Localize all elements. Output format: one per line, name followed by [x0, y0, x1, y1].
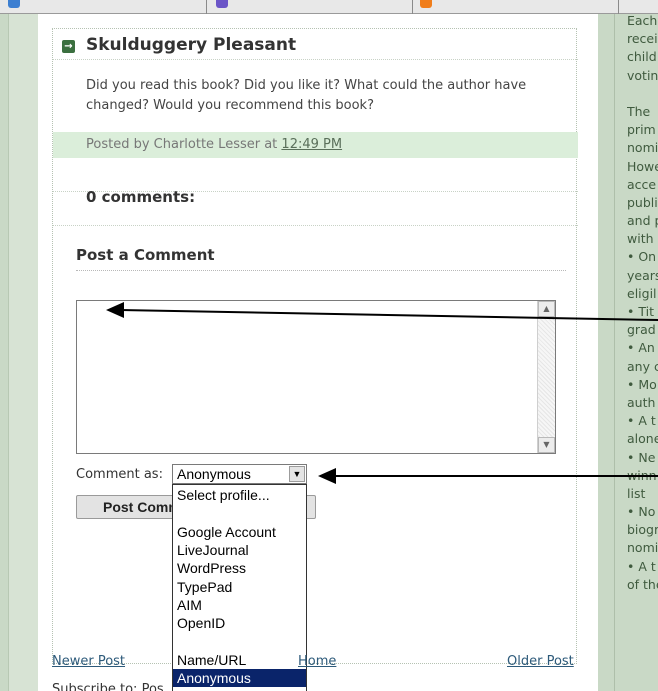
sidebar-text-line: winn	[627, 467, 657, 483]
subscribe-text: Subscribe to: Pos	[52, 682, 164, 691]
comment-as-label: Comment as:	[76, 467, 163, 482]
sidebar-text-line: with	[627, 231, 654, 247]
dropdown-option[interactable]: Select profile...	[173, 486, 306, 504]
dropdown-option	[173, 632, 306, 650]
left-margin	[0, 14, 38, 691]
browser-tab-strip	[0, 0, 658, 14]
sidebar-text-line: • On	[627, 249, 657, 265]
sidebar-text-line: acce	[627, 176, 657, 192]
post-comment-heading: Post a Comment	[76, 246, 215, 264]
browser-tab-icon	[216, 0, 228, 8]
post-body: Did you read this book? Did you like it?…	[86, 78, 527, 113]
textarea-scrollbar[interactable]: ▲ ▼	[537, 301, 555, 453]
browser-tab-icon	[420, 0, 432, 8]
browser-tab-icon	[8, 0, 20, 8]
sidebar-text-line: • Ne	[627, 449, 656, 465]
sidebar-text-line: any c	[627, 358, 658, 374]
sidebar-text-line: years	[627, 267, 658, 283]
sidebar-text-line: child	[627, 49, 657, 65]
chevron-down-icon[interactable]: ▼	[289, 466, 305, 482]
tab-separator	[206, 0, 207, 14]
scroll-up-icon[interactable]: ▲	[538, 301, 555, 317]
sidebar-text: Each recei child votin The prim nomi Howe acce pu…	[627, 12, 658, 594]
scroll-down-icon[interactable]: ▼	[538, 437, 555, 453]
sidebar-text-line: publi	[627, 194, 658, 210]
sidebar-text-line: alone	[627, 431, 658, 447]
post-author: Posted by Charlotte Lesser at	[86, 137, 278, 152]
home-link[interactable]: Home	[298, 654, 336, 669]
sidebar-text-line: The	[627, 103, 651, 119]
comment-textarea[interactable]: ▲ ▼	[76, 300, 556, 454]
sidebar-text-line: biogr	[627, 522, 658, 538]
sidebar-text-line: recei	[627, 31, 658, 47]
dropdown-option[interactable]: LiveJournal	[173, 541, 306, 559]
sidebar-text-line: prim	[627, 122, 656, 138]
sidebar-text-line: list	[627, 485, 646, 501]
profile-select[interactable]: Anonymous ▼	[172, 464, 307, 484]
sidebar-text-line: auth	[627, 394, 656, 410]
sidebar-text-line: nomi	[627, 540, 658, 556]
dropdown-option[interactable]: Name/URL	[173, 651, 306, 669]
divider	[76, 270, 566, 271]
profile-dropdown[interactable]: Select profile... Google Account LiveJourn…	[172, 484, 307, 691]
dropdown-option[interactable]: OpenID	[173, 614, 306, 632]
older-post-link[interactable]: Older Post	[507, 654, 574, 669]
dropdown-option	[173, 504, 306, 522]
tab-separator	[618, 0, 619, 14]
sidebar-text-line: eligil	[627, 285, 657, 301]
sidebar-text-line: • No	[627, 504, 656, 520]
dropdown-option[interactable]: WordPress	[173, 559, 306, 577]
profile-select-value: Anonymous	[177, 466, 251, 482]
tab-separator	[412, 0, 413, 14]
sidebar-text-line: • An	[627, 340, 655, 356]
sidebar-text-line: of the	[627, 576, 658, 592]
sidebar-text-line	[627, 85, 658, 103]
sidebar-text-line: votin	[627, 67, 658, 83]
dropdown-option[interactable]: Anonymous	[173, 669, 306, 687]
sidebar-text-line: • A t	[627, 558, 656, 574]
sidebar-text-line: Howe	[627, 158, 658, 174]
post-title[interactable]: Skulduggery Pleasant	[86, 35, 296, 55]
dropdown-option[interactable]: Google Account	[173, 523, 306, 541]
sidebar-text-line: grad	[627, 322, 656, 338]
post-title-icon: →	[62, 40, 75, 53]
post-footer: Posted by Charlotte Lesser at 12:49 PM	[53, 132, 578, 158]
dropdown-option[interactable]: AIM	[173, 596, 306, 614]
sidebar-text-line: nomi	[627, 140, 658, 156]
comments-count: 0 comments:	[86, 188, 196, 206]
sidebar-text-line: • Mo	[627, 376, 657, 392]
blog-post: → Skulduggery Pleasant Did you read this…	[38, 14, 598, 691]
newer-post-link[interactable]: Newer Post	[52, 654, 125, 669]
dropdown-option[interactable]: TypePad	[173, 578, 306, 596]
post-time-link[interactable]: 12:49 PM	[281, 137, 342, 152]
sidebar-text-line: • Tit	[627, 304, 654, 319]
sidebar-text-line: • A t	[627, 413, 656, 429]
sidebar-text-line: Each	[627, 13, 658, 28]
sidebar-text-line: and p	[627, 213, 658, 229]
